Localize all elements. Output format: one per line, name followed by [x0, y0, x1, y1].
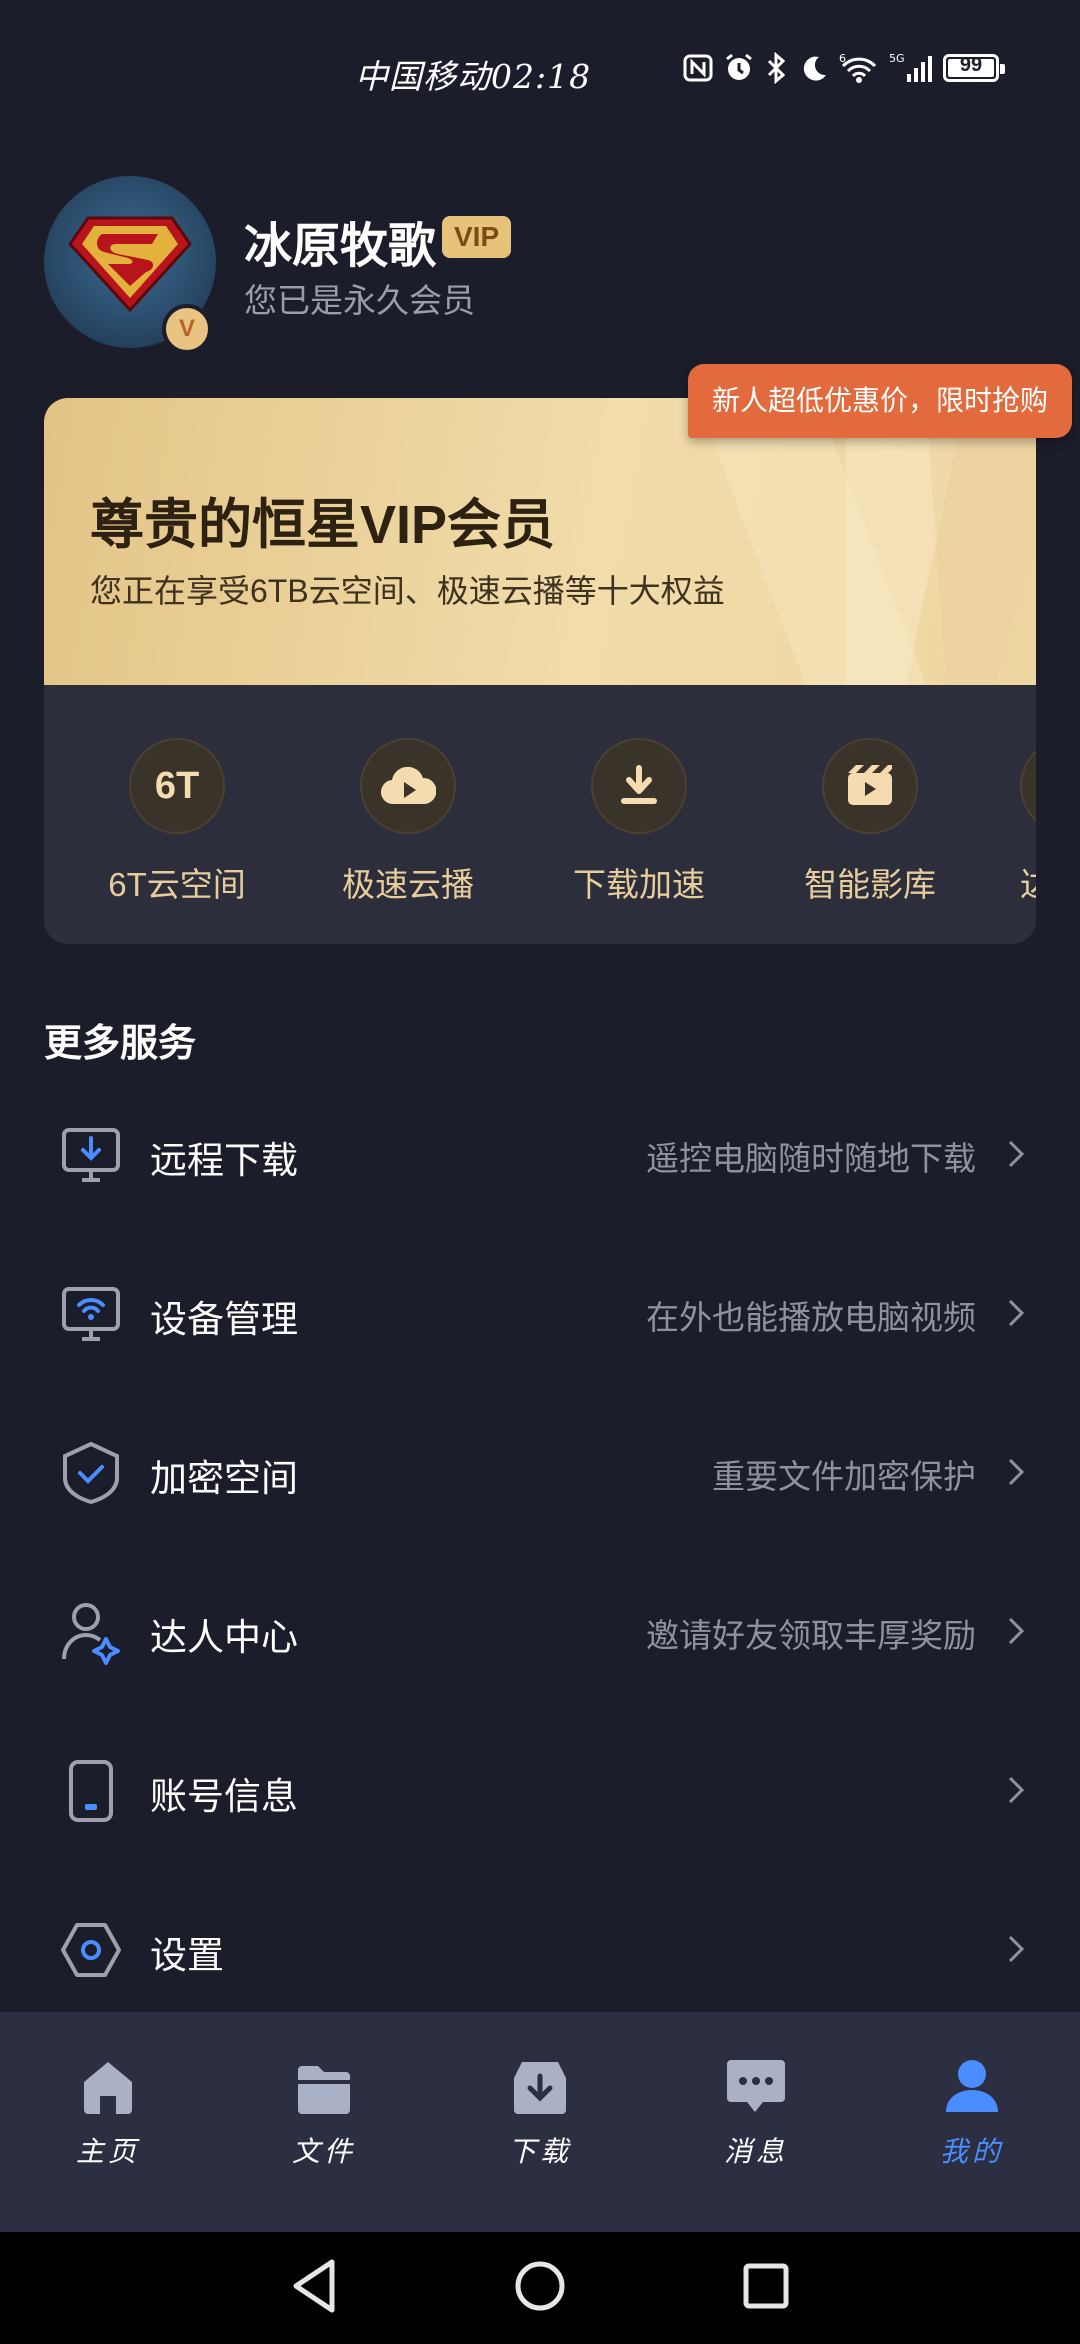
- folder-icon: [298, 2066, 350, 2114]
- service-label: 设备管理: [150, 1299, 298, 1340]
- tab-label: 消息: [723, 2135, 788, 2168]
- back-icon[interactable]: [288, 2256, 340, 2316]
- tab-download[interactable]: 下载: [470, 2046, 610, 2170]
- benefit-label: 下载加速: [573, 866, 705, 903]
- benefit-label: 智能影库: [804, 866, 936, 903]
- service-desc: 在外也能播放电脑视频: [646, 1299, 976, 1336]
- bottom-tab-bar: 主页 文件 下载 消息 我的: [0, 2012, 1080, 2232]
- status-icons: 6 5G 99: [683, 52, 1005, 84]
- service-encrypted-space[interactable]: 加密空间 重要文件加密保护: [0, 1412, 1080, 1532]
- system-navigation-bar: [0, 2232, 1080, 2344]
- remote-download-icon: [62, 1128, 120, 1182]
- download-tray-icon: [514, 2062, 566, 2114]
- vip-card-title: 尊贵的恒星VIP会员: [90, 495, 556, 555]
- vip-tag: VIP: [442, 216, 512, 258]
- benefit-label: 极速云播: [342, 866, 474, 903]
- benefit-fast-cloud-play[interactable]: 极速云播: [323, 738, 493, 906]
- home-nav-icon[interactable]: [512, 2256, 568, 2316]
- service-desc: 遥控电脑随时随地下载: [646, 1140, 976, 1177]
- benefit-download-speed[interactable]: 下载加速: [554, 738, 724, 906]
- signal-icon: 5G: [889, 52, 932, 82]
- home-icon: [84, 2062, 132, 2114]
- battery-icon: 99: [943, 54, 1005, 82]
- film-icon: [822, 738, 918, 834]
- vip-decoration: [696, 398, 1036, 685]
- chevron-right-icon: [1008, 1299, 1025, 1327]
- chevron-right-icon: [1008, 1617, 1025, 1645]
- svg-text:5G: 5G: [889, 52, 905, 65]
- vip-card-header: 尊贵的恒星VIP会员 您正在享受6TB云空间、极速云播等十大权益: [44, 398, 1036, 685]
- chevron-right-icon: [1008, 1458, 1025, 1486]
- download-icon: [591, 738, 687, 834]
- profile-icon: [946, 2060, 998, 2112]
- service-desc: 邀请好友领取丰厚奖励: [646, 1617, 976, 1654]
- status-bar: 中国移动02:18 6 5G 99: [0, 0, 1080, 140]
- shield-icon: [63, 1441, 119, 1505]
- tab-profile[interactable]: 我的: [902, 2046, 1042, 2170]
- partial-icon: [1020, 738, 1036, 834]
- user-name[interactable]: 冰原牧歌: [244, 206, 436, 276]
- tab-label: 我的: [939, 2135, 1004, 2168]
- recents-icon[interactable]: [738, 2256, 794, 2316]
- chevron-right-icon: [1008, 1140, 1025, 1168]
- nfc-icon: [683, 54, 713, 82]
- service-label: 达人中心: [150, 1617, 298, 1658]
- vip-card-description: 您正在享受6TB云空间、极速云播等十大权益: [90, 573, 725, 609]
- tab-label: 文件: [291, 2135, 356, 2168]
- carrier-time: 中国移动02:18: [355, 57, 592, 96]
- membership-status: 您已是永久会员: [244, 282, 475, 319]
- service-label: 加密空间: [150, 1458, 298, 1499]
- tab-label: 主页: [75, 2135, 140, 2168]
- service-label: 远程下载: [150, 1140, 298, 1181]
- cloud-play-icon: [360, 738, 456, 834]
- service-desc: 重要文件加密保护: [712, 1458, 976, 1495]
- user-star-icon: [62, 1603, 120, 1665]
- battery-percent: 99: [959, 54, 983, 76]
- benefit-label: 6T云空间: [108, 866, 246, 903]
- alarm-icon: [726, 53, 752, 80]
- service-settings[interactable]: 设置: [0, 1889, 1080, 2009]
- device-icon: [62, 1287, 120, 1341]
- chevron-right-icon: [1008, 1935, 1025, 1963]
- bluetooth-icon: [767, 52, 786, 84]
- service-account-info[interactable]: 账号信息: [0, 1730, 1080, 1850]
- benefit-label: 达: [1010, 858, 1036, 906]
- tab-messages[interactable]: 消息: [686, 2046, 826, 2170]
- moon-icon: [803, 56, 826, 81]
- settings-icon: [61, 1923, 121, 1977]
- wifi-icon: 6: [839, 52, 877, 83]
- tab-home[interactable]: 主页: [38, 2046, 178, 2170]
- message-icon: [727, 2060, 785, 2112]
- vip-badge-icon: V: [162, 304, 212, 354]
- benefit-smart-library[interactable]: 智能影库: [785, 738, 955, 906]
- vip-card[interactable]: 尊贵的恒星VIP会员 您正在享受6TB云空间、极速云播等十大权益 6T 6T云空…: [44, 398, 1036, 944]
- benefit-partial[interactable]: 达: [1010, 738, 1036, 906]
- services-title: 更多服务: [44, 1023, 197, 1065]
- tab-label: 下载: [507, 2135, 572, 2168]
- service-device-management[interactable]: 设备管理 在外也能播放电脑视频: [0, 1253, 1080, 1373]
- phone-account-icon: [69, 1760, 113, 1822]
- service-expert-center[interactable]: 达人中心 邀请好友领取丰厚奖励: [0, 1571, 1080, 1691]
- 6t-icon: 6T: [129, 738, 225, 834]
- service-label: 设置: [150, 1935, 224, 1976]
- benefit-6t-storage[interactable]: 6T 6T云空间: [92, 738, 262, 906]
- promo-badge[interactable]: 新人超低优惠价，限时抢购: [688, 364, 1072, 438]
- superman-emblem-icon: [68, 216, 192, 312]
- chevron-right-icon: [1008, 1776, 1025, 1804]
- avatar[interactable]: V: [44, 176, 216, 354]
- service-label: 账号信息: [150, 1776, 298, 1817]
- tab-files[interactable]: 文件: [254, 2046, 394, 2170]
- service-remote-download[interactable]: 远程下载 遥控电脑随时随地下载: [0, 1094, 1080, 1214]
